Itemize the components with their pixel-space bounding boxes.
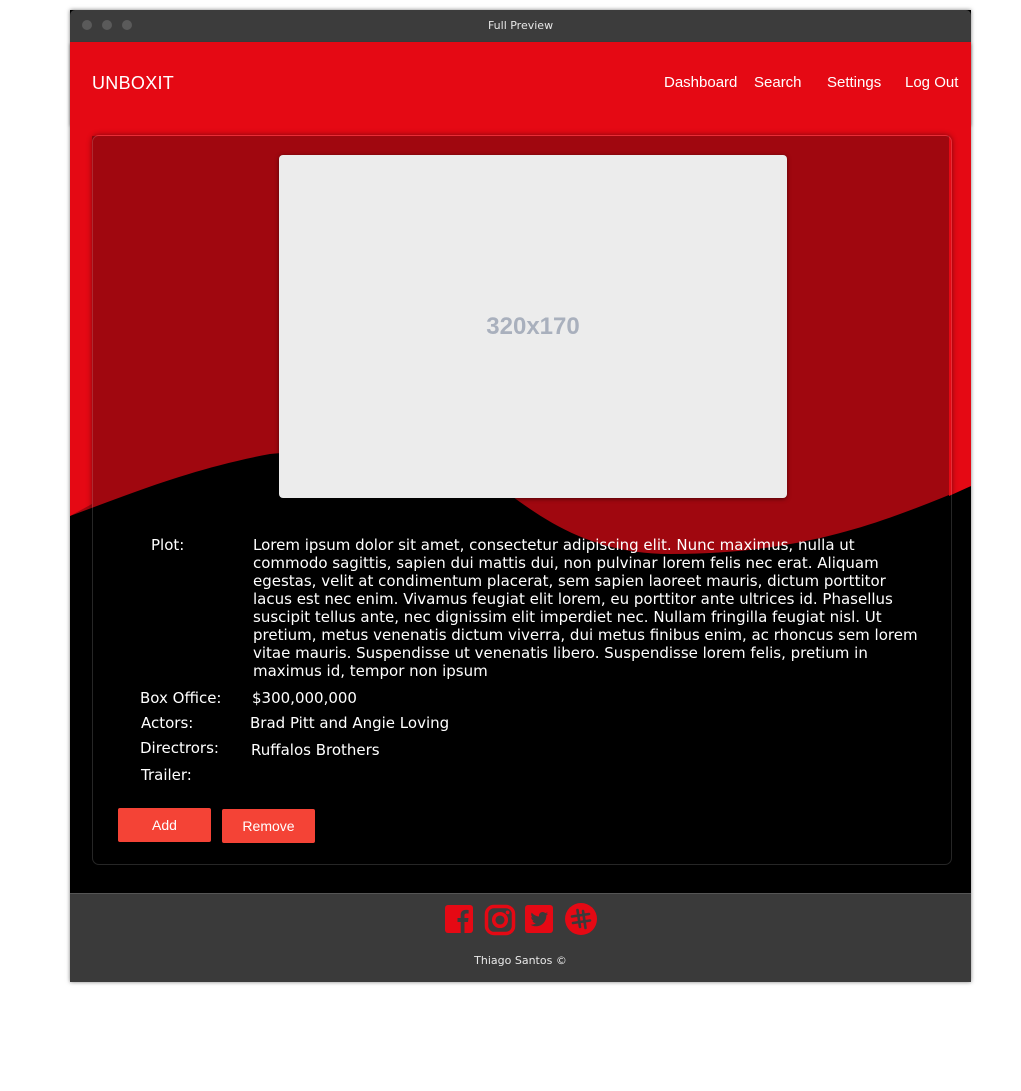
actors-value: Brad Pitt and Angie Loving xyxy=(250,714,450,732)
plot-text: Lorem ipsum dolor sit amet, consectetur … xyxy=(253,536,918,680)
facebook-icon[interactable] xyxy=(444,904,474,934)
browser-window: Full Preview UNBOXIT Dashboard Search Se… xyxy=(70,10,971,982)
navbar: UNBOXIT Dashboard Search Settings Log Ou… xyxy=(70,42,971,124)
window-title: Full Preview xyxy=(487,19,554,32)
footer: Thiago Santos © xyxy=(70,893,971,982)
trailer-label: Trailer: xyxy=(141,766,192,784)
remove-button[interactable]: Remove xyxy=(222,809,315,843)
nav-link-logout[interactable]: Log Out xyxy=(905,42,958,124)
poster-placeholder-text: 320x170 xyxy=(486,313,580,340)
actors-label: Actors: xyxy=(141,714,194,732)
directors-value: Ruffalos Brothers xyxy=(251,741,380,759)
nav-link-search[interactable]: Search xyxy=(754,42,802,124)
instagram-icon[interactable] xyxy=(484,904,516,936)
directors-label: Directrors: xyxy=(140,739,219,757)
window-titlebar: Full Preview xyxy=(70,10,971,42)
plot-label: Plot: xyxy=(151,536,185,554)
twitter-icon[interactable] xyxy=(524,904,554,934)
slack-icon[interactable] xyxy=(564,902,598,936)
box-office-value: $300,000,000 xyxy=(252,689,357,707)
nav-link-dashboard[interactable]: Dashboard xyxy=(664,42,737,124)
nav-link-settings[interactable]: Settings xyxy=(827,42,881,124)
copyright-text: Thiago Santos © xyxy=(474,954,567,967)
movie-poster: 320x170 xyxy=(279,155,787,498)
add-button[interactable]: Add xyxy=(118,808,211,842)
box-office-label: Box Office: xyxy=(140,689,222,707)
brand-logo[interactable]: UNBOXIT xyxy=(92,42,174,124)
